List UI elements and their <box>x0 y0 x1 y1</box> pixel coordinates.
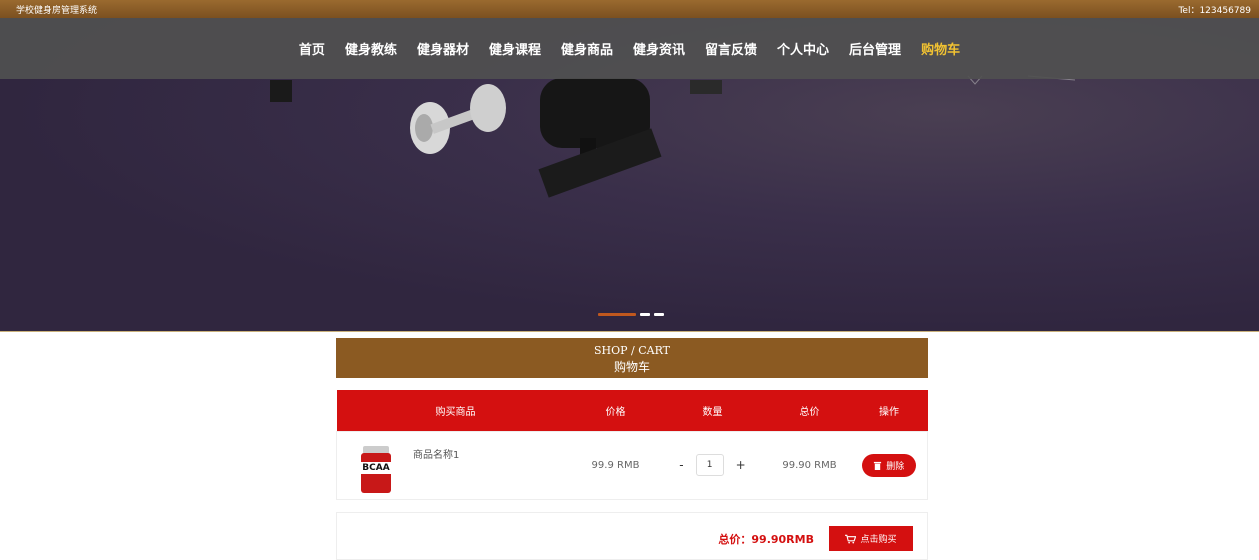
nav-cart[interactable]: 购物车 <box>921 39 960 58</box>
cart-summary: 总价：99.90RMB 点击购买 <box>336 512 928 560</box>
tel-info: Tel：123456789 <box>1178 6 1251 16</box>
product-price: 99.9 RMB <box>591 459 640 471</box>
header-product: 购买商品 <box>435 406 476 418</box>
nav-feedback[interactable]: 留言反馈 <box>705 39 757 58</box>
cart-total: 总价：99.90RMB <box>718 533 814 546</box>
product-name[interactable]: 商品名称1 <box>413 446 459 461</box>
header-qty: 数量 <box>702 406 723 418</box>
site-name: 学校健身房管理系统 <box>16 6 98 16</box>
carousel-dot[interactable] <box>640 313 650 316</box>
nav-courses[interactable]: 健身课程 <box>489 39 541 58</box>
nav-coaches[interactable]: 健身教练 <box>345 39 397 58</box>
header-price: 价格 <box>605 406 626 418</box>
nav-news[interactable]: 健身资讯 <box>633 39 685 58</box>
quantity-stepper: - 1 + <box>679 454 746 476</box>
nav-home[interactable]: 首页 <box>299 39 325 58</box>
section-title-en: SHOP / CART <box>593 344 671 357</box>
dumbbell-graphic <box>270 78 722 198</box>
delete-button[interactable]: 删除 <box>861 453 916 477</box>
cart-icon <box>845 534 857 543</box>
product-image[interactable]: BCAA <box>359 445 393 494</box>
qty-input[interactable]: 1 <box>695 454 724 476</box>
cart-table: 购买商品 价格 数量 总价 操作 BCAA 商品名称1 99.9 RMB - 1… <box>336 390 928 500</box>
qty-minus-button[interactable]: - <box>679 458 683 472</box>
product-total: 99.90 RMB <box>782 459 837 471</box>
header-total: 总价 <box>799 406 820 418</box>
nav-equipment[interactable]: 健身器材 <box>417 39 469 58</box>
main-nav: 首页 健身教练 健身器材 健身课程 健身商品 健身资讯 留言反馈 个人中心 后台… <box>0 18 1259 79</box>
product-cell: BCAA 商品名称1 <box>337 432 575 499</box>
qty-plus-button[interactable]: + <box>736 458 746 472</box>
buy-button[interactable]: 点击购买 <box>829 526 913 551</box>
top-bar: 学校健身房管理系统 Tel：123456789 <box>0 0 1259 18</box>
delete-label: 删除 <box>886 461 905 472</box>
carousel-indicators <box>598 313 664 316</box>
section-title: SHOP / CART 购物车 <box>336 338 928 378</box>
nav-admin[interactable]: 后台管理 <box>849 39 901 58</box>
nav-products[interactable]: 健身商品 <box>561 39 613 58</box>
banner-divider <box>0 331 1259 332</box>
trash-icon <box>874 461 882 470</box>
carousel-dot-active[interactable] <box>598 313 636 316</box>
buy-label: 点击购买 <box>860 535 897 545</box>
nav-profile[interactable]: 个人中心 <box>777 39 829 58</box>
carousel-dot[interactable] <box>654 313 664 316</box>
table-row: BCAA 商品名称1 99.9 RMB - 1 + 99.90 RMB 删除 <box>336 431 928 499</box>
header-action: 操作 <box>879 406 899 418</box>
section-title-cn: 购物车 <box>613 360 650 374</box>
cart-header-row: 购买商品 价格 数量 总价 操作 <box>336 390 928 431</box>
